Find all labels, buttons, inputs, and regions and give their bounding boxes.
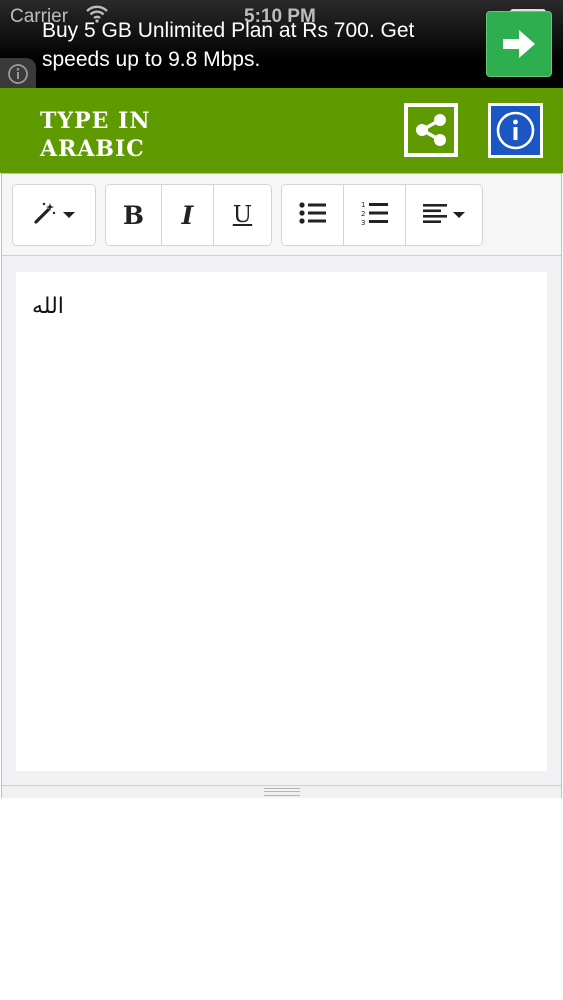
underline-button[interactable]: U <box>214 185 271 245</box>
bullet-list-button[interactable] <box>282 185 344 245</box>
editor-toolbar: B I U 1 2 3 <box>2 174 561 256</box>
ad-banner[interactable]: Carrier 5:10 PM Buy 5 GB Unlimited Plan … <box>0 0 563 88</box>
magic-wand-icon <box>33 201 57 230</box>
rich-text-editor: B I U 1 2 3 الله <box>1 173 562 798</box>
style-dropdown-button[interactable] <box>13 185 95 245</box>
share-button[interactable] <box>404 103 458 157</box>
chevron-down-icon <box>453 212 465 218</box>
numbered-list-icon: 1 2 3 <box>361 200 389 231</box>
paragraph-group: 1 2 3 <box>281 184 483 246</box>
editor-content[interactable]: الله <box>32 294 64 319</box>
style-group <box>12 184 96 246</box>
italic-label: I <box>181 200 194 230</box>
italic-button[interactable]: I <box>162 185 214 245</box>
align-dropdown-button[interactable] <box>406 185 482 245</box>
svg-text:1: 1 <box>361 201 365 209</box>
bold-label: B <box>122 200 145 230</box>
chevron-down-icon <box>63 212 75 218</box>
align-left-icon <box>423 203 447 228</box>
numbered-list-button[interactable]: 1 2 3 <box>344 185 406 245</box>
font-style-group: B I U <box>105 184 272 246</box>
underline-label: U <box>232 202 253 228</box>
svg-text:3: 3 <box>361 219 365 226</box>
ad-text[interactable]: Buy 5 GB Unlimited Plan at Rs 700. Get s… <box>42 16 472 74</box>
svg-text:2: 2 <box>361 210 365 218</box>
bullet-list-icon <box>298 201 327 229</box>
app-title-line2: ARABIC <box>40 136 145 162</box>
info-button[interactable] <box>488 103 543 158</box>
app-header: TYPE IN ARABIC <box>0 88 563 173</box>
editor-text-area[interactable]: الله <box>16 272 547 771</box>
bold-button[interactable]: B <box>106 185 162 245</box>
grip-lines-icon <box>264 788 300 796</box>
app-title-line1: TYPE IN <box>40 108 151 134</box>
ad-go-button[interactable] <box>486 11 552 77</box>
resize-handle[interactable] <box>2 785 561 798</box>
app-title: TYPE IN ARABIC <box>40 107 240 163</box>
ad-info-icon[interactable] <box>0 58 36 88</box>
